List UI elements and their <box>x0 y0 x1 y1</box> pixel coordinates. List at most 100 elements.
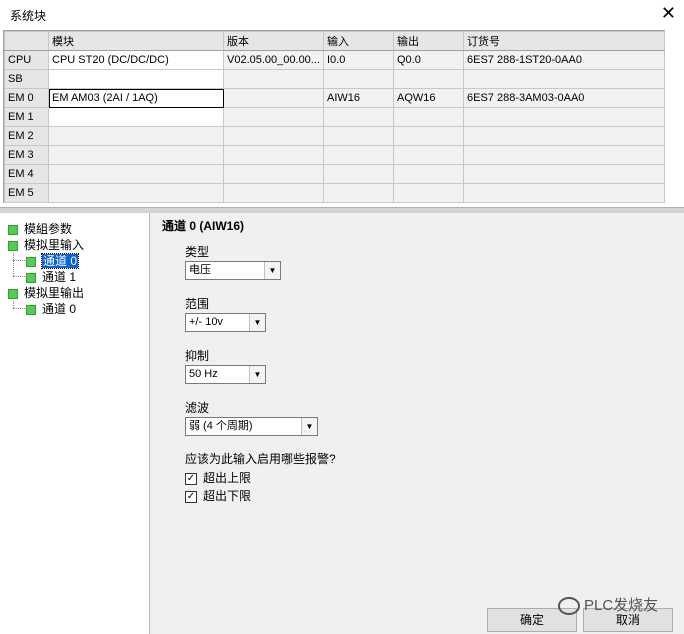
rejection-label: 抑制 <box>185 349 210 363</box>
version-cell <box>223 145 324 165</box>
table-row[interactable]: SB <box>4 69 665 89</box>
module-icon <box>8 288 18 299</box>
table-row[interactable]: EM 5 <box>4 183 665 203</box>
input-cell <box>323 145 394 165</box>
output-cell <box>393 107 464 127</box>
module-cell[interactable] <box>48 107 224 127</box>
module-cell[interactable] <box>48 183 224 203</box>
tree-item-label: 模拟里输出 <box>24 286 85 300</box>
input-cell <box>323 164 394 184</box>
upper-limit-checkbox[interactable]: ✓ 超出上限 <box>185 471 251 485</box>
row-slot-label: CPU <box>4 50 49 70</box>
column-header-input[interactable]: 输入 <box>323 31 394 51</box>
version-cell <box>223 126 324 146</box>
output-cell <box>393 183 464 203</box>
table-row[interactable]: EM 0 EM AM03 (2AI / 1AQ) AIW16 AQW16 6ES… <box>4 88 665 108</box>
order-number-cell <box>463 126 665 146</box>
tree-item-label: 模組参数 <box>24 222 73 236</box>
module-cell[interactable] <box>48 69 224 89</box>
order-number-cell <box>463 107 665 127</box>
panel-heading: 通道 0 (AIW16) <box>162 219 245 233</box>
channel-icon <box>26 272 36 283</box>
tree-item-label: 通道 1 <box>42 270 77 284</box>
module-cell[interactable]: CPU ST20 (DC/DC/DC) <box>48 50 224 70</box>
tree-item-module-params[interactable]: 模組参数 <box>8 221 72 237</box>
tree-item-analog-output[interactable]: 模拟里输出 <box>8 285 84 301</box>
output-cell <box>393 126 464 146</box>
checkmark-icon[interactable]: ✓ <box>185 490 197 503</box>
column-header-version[interactable]: 版本 <box>223 31 324 51</box>
tree-item-output-channel-0[interactable]: 通道 0 <box>26 301 76 317</box>
module-cell[interactable] <box>48 126 224 146</box>
input-cell <box>323 183 394 203</box>
tree-connector <box>13 301 14 308</box>
order-number-cell: 6ES7 288-3AM03-0AA0 <box>463 88 665 108</box>
row-slot-label: EM 1 <box>4 107 49 127</box>
channel-settings-panel: 通道 0 (AIW16) 类型 电压 ▼ 范围 +/- 10v ▼ 抑制 50 … <box>150 213 684 634</box>
tree-item-input-channel-0[interactable]: 通道 0 <box>26 253 80 269</box>
tree-item-label-selected: 通道 0 <box>40 253 80 269</box>
tree-item-input-channel-1[interactable]: 通道 1 <box>26 269 76 285</box>
module-table-container: 模块 版本 输入 输出 订货号 CPU CPU ST20 (DC/DC/DC) … <box>3 30 665 203</box>
column-header-order-number[interactable]: 订货号 <box>463 31 665 51</box>
lower-limit-checkbox[interactable]: ✓ 超出下限 <box>185 489 251 503</box>
column-header-module[interactable]: 模块 <box>48 31 224 51</box>
module-icon <box>8 224 18 235</box>
row-slot-label: EM 0 <box>4 88 49 108</box>
tree-item-label: 通道 0 <box>42 302 77 316</box>
slot-column-header <box>4 31 49 51</box>
table-row[interactable]: EM 4 <box>4 164 665 184</box>
watermark: PLC发烧友 <box>558 594 659 616</box>
type-dropdown[interactable]: 电压 ▼ <box>185 261 281 280</box>
range-label: 范围 <box>185 297 210 311</box>
input-cell: AIW16 <box>323 88 394 108</box>
chevron-down-icon: ▼ <box>249 366 265 383</box>
version-cell <box>223 164 324 184</box>
order-number-cell <box>463 145 665 165</box>
version-cell <box>223 183 324 203</box>
type-label: 类型 <box>185 245 210 259</box>
watermark-text: PLC发烧友 <box>584 597 659 614</box>
output-cell <box>393 69 464 89</box>
tree-connector <box>13 308 27 309</box>
table-row[interactable]: EM 3 <box>4 145 665 165</box>
table-row[interactable]: EM 2 <box>4 126 665 146</box>
order-number-cell: 6ES7 288-1ST20-0AA0 <box>463 50 665 70</box>
version-cell <box>223 88 324 108</box>
input-cell <box>323 107 394 127</box>
tree-item-analog-input[interactable]: 模拟里输入 <box>8 237 84 253</box>
module-icon <box>8 240 18 251</box>
column-header-output[interactable]: 输出 <box>393 31 464 51</box>
tree-connector <box>13 276 27 277</box>
table-row[interactable]: CPU CPU ST20 (DC/DC/DC) V02.05.00_00.00.… <box>4 50 665 70</box>
order-number-cell <box>463 183 665 203</box>
tree-connector <box>13 260 27 261</box>
channel-icon <box>26 256 36 267</box>
window-title: 系统块 <box>10 9 47 23</box>
module-cell[interactable] <box>48 145 224 165</box>
output-cell <box>393 164 464 184</box>
close-icon[interactable]: ✕ <box>661 4 676 22</box>
title-bar: 系统块 ✕ <box>0 0 684 28</box>
checkmark-icon[interactable]: ✓ <box>185 472 197 485</box>
order-number-cell <box>463 69 665 89</box>
chevron-down-icon: ▼ <box>249 314 265 331</box>
chevron-down-icon: ▼ <box>264 262 280 279</box>
row-slot-label: EM 2 <box>4 126 49 146</box>
module-cell-selected[interactable]: EM AM03 (2AI / 1AQ) <box>48 88 224 108</box>
table-row[interactable]: EM 1 <box>4 107 665 127</box>
rejection-dropdown[interactable]: 50 Hz ▼ <box>185 365 266 384</box>
module-cell[interactable] <box>48 164 224 184</box>
row-slot-label: EM 3 <box>4 145 49 165</box>
filter-value: 弱 (4 个周期) <box>189 420 253 432</box>
row-slot-label: SB <box>4 69 49 89</box>
upper-limit-label: 超出上限 <box>203 471 252 485</box>
table-header-row: 模块 版本 输入 输出 订货号 <box>4 31 665 51</box>
channel-icon <box>26 304 36 315</box>
chevron-down-icon: ▼ <box>301 418 317 435</box>
filter-dropdown[interactable]: 弱 (4 个周期) ▼ <box>185 417 318 436</box>
range-value: +/- 10v <box>189 316 223 328</box>
output-cell: Q0.0 <box>393 50 464 70</box>
range-dropdown[interactable]: +/- 10v ▼ <box>185 313 266 332</box>
lower-limit-label: 超出下限 <box>203 489 252 503</box>
